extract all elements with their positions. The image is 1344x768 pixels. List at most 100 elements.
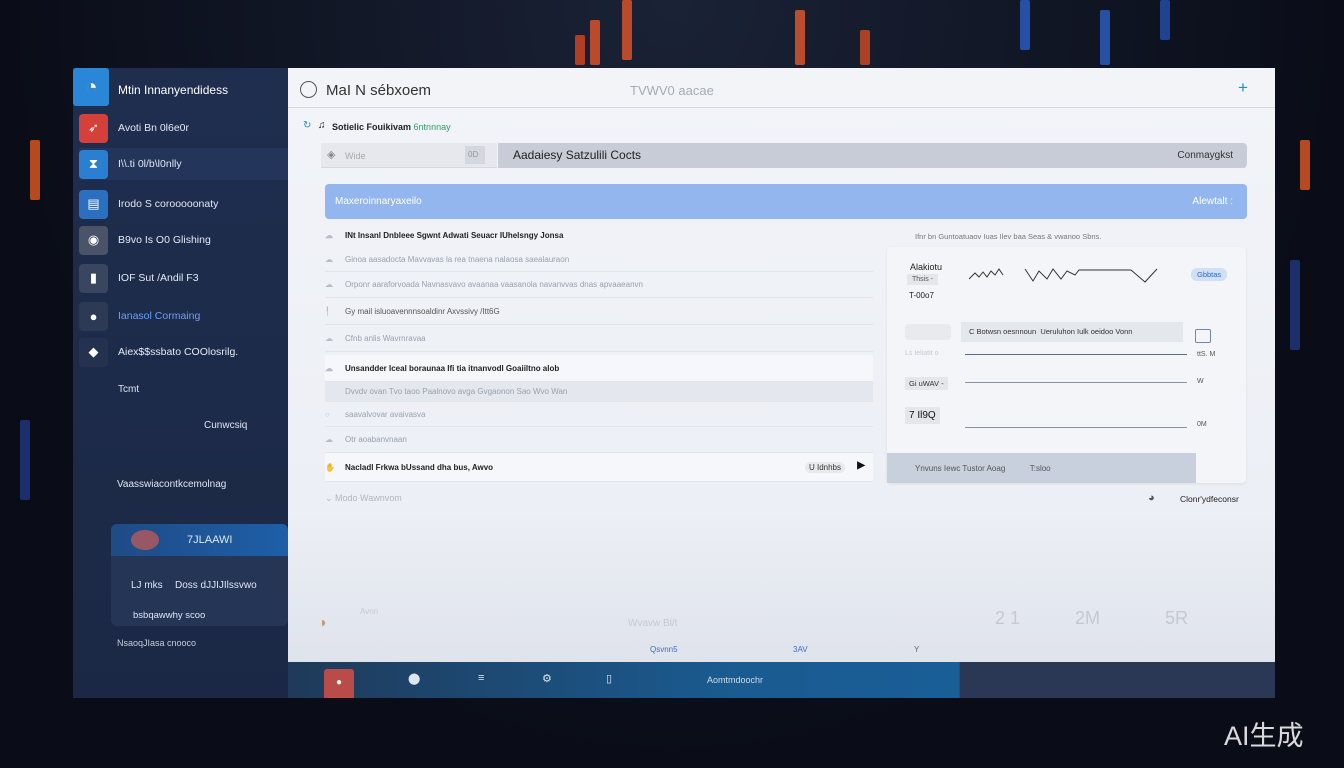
panel-row-value: ttS. M <box>1197 351 1216 358</box>
filter-toggle[interactable] <box>905 324 951 340</box>
sidebar-extra-label[interactable]: Tcmt <box>118 384 139 395</box>
filter-bar[interactable]: C Botwsn oesnnoun Ueruluhon Iulk oeidoo … <box>961 322 1183 342</box>
header-bar-label: Aadaiesy Satzulili Cocts <box>513 148 642 162</box>
door-icon: ▮ <box>79 263 108 293</box>
panel-row-label: Ls Ieliatit o <box>905 350 939 357</box>
bottom-bar: ● ⬤ ≡ ⚙ ▯ Aomtmdoochr <box>288 662 1275 698</box>
status-a[interactable]: Qsvnn5 <box>650 645 678 654</box>
record-icon[interactable]: ● <box>324 669 354 698</box>
bell-icon: ♫ <box>318 120 326 131</box>
card-title: 7JLAAWI <box>187 534 233 546</box>
chevron-right-icon[interactable]: ▶ <box>857 460 865 471</box>
cloud-icon: ☁ <box>325 333 333 343</box>
panel-row-value: 0M <box>1197 421 1207 428</box>
center-title: TVWV0 aacae <box>630 83 714 98</box>
watermark: AI生成 <box>1224 721 1304 751</box>
document-icon: ▤ <box>79 189 108 219</box>
breadcrumb: Sotielic Fouikivam 6ntnnnay <box>332 122 451 132</box>
analytics-panel: Alakiotu Thsis - T-00o7 Gbbtas C Botwsn … <box>887 247 1246 483</box>
avatar <box>131 530 159 550</box>
status-b[interactable]: 3AV <box>793 645 808 654</box>
sidebar-item-5[interactable]: ▮ IOF Sut /Andil F3 <box>79 262 288 294</box>
list-item[interactable]: ☁ Ginoa aasadocta Mavvavas la rea tnaena … <box>325 248 873 272</box>
cart-icon: ➶ <box>79 113 108 143</box>
refresh-icon[interactable]: ↻ <box>303 120 311 131</box>
checkbox[interactable] <box>1195 329 1211 343</box>
hourglass-icon: ⧗ <box>79 149 108 179</box>
sidebar-search[interactable]: Vaasswiacontkcemolnag <box>111 470 288 500</box>
banner-action[interactable]: Alewtalt : <box>1192 196 1233 207</box>
cloud-icon: ☁ <box>325 255 333 264</box>
list-item[interactable]: ☁ Cfnb anlis Wavrnravaa <box>325 325 873 352</box>
window-icon[interactable]: ▯ <box>606 672 612 685</box>
panel-row-label[interactable]: 7 Il9Q <box>905 407 940 424</box>
sparkline <box>969 268 1158 283</box>
dot-icon: ○ <box>325 410 330 419</box>
panel-row-line <box>965 382 1187 383</box>
sidebar-section-label[interactable]: Cunwcsiq <box>204 420 247 431</box>
banner[interactable]: Maxeroinnaryaxeilo Alewtalt : <box>325 184 1247 219</box>
settings-icon[interactable]: ⚙ <box>542 672 552 685</box>
card-subtitle: bsbqawwhy scoo <box>133 610 206 621</box>
list-item[interactable]: ☁ Orponr aaraforvoada Navnasvavo avaanaa … <box>325 272 873 298</box>
chevron-down-icon: ⌄ <box>325 493 336 503</box>
plus-icon[interactable]: + <box>1238 78 1248 98</box>
user-icon: ◕ <box>1148 492 1155 504</box>
more-link[interactable]: ⌄ Modo Wawnvom <box>325 493 402 504</box>
list-item[interactable]: ☁ INt Insanl Dnbleee Sgwnt Adwati Seuacr … <box>325 224 873 246</box>
cloud-icon: ☁ <box>325 363 333 373</box>
sparkline-badge[interactable]: Gbbtas <box>1191 268 1228 281</box>
sidebar-footer: NsaoqJIasa cnooco <box>117 638 197 648</box>
search-placeholder: Wide <box>345 151 366 161</box>
search-input[interactable]: ◈ Wide 0D <box>321 143 497 168</box>
panel-link[interactable]: Clonr'ydfeconsr <box>1180 494 1239 504</box>
app-title: Mtin Innanyendidess <box>118 83 229 97</box>
list-item[interactable]: ✋ Nacladl Frkwa bUssand dha bus, Awvo U I… <box>325 453 873 482</box>
card-row-right: Doss dJJIJIlssvwo <box>175 580 257 591</box>
list-item[interactable]: ╿ Gy mail isluoavennnsoaldinr Axvssivy /I… <box>325 298 873 325</box>
app-logo-icon[interactable]: ◔ <box>73 68 109 106</box>
badge-icon: ◑ <box>318 614 327 630</box>
location-icon[interactable]: ⬤ <box>408 672 420 685</box>
sidebar-item-7[interactable]: ◆ Aiex$$ssbato COOlosrilg. <box>79 336 288 368</box>
panel-row-label[interactable]: Gi uWAV - <box>905 377 948 390</box>
header-bar[interactable]: Aadaiesy Satzulili Cocts Conmaygkst <box>498 143 1247 168</box>
panel-row-line <box>965 427 1187 428</box>
cloud-icon: ☁ <box>325 435 333 444</box>
bulb-icon: ● <box>79 301 108 331</box>
clock-icon <box>300 81 317 98</box>
header-bar-action[interactable]: Conmaygkst <box>1177 150 1233 161</box>
sidebar-item-1[interactable]: ➶ Avoti Bn 0l6e0r <box>79 112 288 144</box>
list-item[interactable]: ○ saavalvovar avaivasva <box>325 403 873 427</box>
page-title: MaI N sébxoem <box>326 82 432 99</box>
search-badge: 0D <box>465 146 485 164</box>
list-icon[interactable]: ≡ <box>478 672 484 684</box>
chat-icon: ◆ <box>79 337 108 367</box>
panel-row-value: W <box>1197 378 1204 385</box>
card-row-left: LJ mks <box>131 580 163 591</box>
sidebar: ◔ Mtin Innanyendidess ➶ Avoti Bn 0l6e0r ⧗… <box>73 68 288 698</box>
person-icon: ◉ <box>79 225 108 255</box>
sidebar-search-label: Vaasswiacontkcemolnag <box>117 479 227 490</box>
metric-pill[interactable]: Thsis - <box>907 274 938 285</box>
list-item[interactable]: Dvvdv ovan Tvo taoo Paalnovo avga Gvgaon… <box>325 382 873 402</box>
sidebar-item-2[interactable]: ⧗ I\\.ti 0l/b\l0nlly <box>79 148 288 180</box>
row-action-button[interactable]: U Idnhbs <box>804 462 845 473</box>
pin-icon: ╿ <box>325 306 330 316</box>
list-item[interactable]: ☁ Unsandder Iceal boraunaa Ifi tia itnanv… <box>325 355 873 382</box>
panel-footer[interactable]: Ynvuns Iewc Tustor Aoag T:sloo <box>887 453 1196 483</box>
main-header: MaI N sébxoem TVWV0 aacae + <box>288 68 1275 108</box>
cloud-icon: ☁ <box>325 280 333 289</box>
metric-label: Alakiotu <box>910 262 943 272</box>
sidebar-item-6[interactable]: ● Ianasol Cormaing <box>79 300 288 332</box>
sidebar-item-4[interactable]: ◉ B9vo Is O0 Glishing <box>79 224 288 256</box>
status-c[interactable]: Y <box>914 645 919 654</box>
sidebar-item-3[interactable]: ▤ Irodo S corooooonaty <box>79 188 288 220</box>
bottom-bar-label[interactable]: Aomtmdoochr <box>707 675 763 685</box>
panel-row-line <box>965 354 1187 355</box>
tag-icon: ◈ <box>327 149 336 161</box>
panel-caption: Ifnr bn Guntoatuaov Iuas Ilev baa Seas &… <box>915 232 1102 241</box>
list-item[interactable]: ☁ Otr aoabanvnaan <box>325 427 873 453</box>
sidebar-card[interactable]: 7JLAAWI LJ mks Doss dJJIJIlssvwo bsbqaww… <box>111 524 288 626</box>
metric-value: T-00o7 <box>909 291 934 300</box>
